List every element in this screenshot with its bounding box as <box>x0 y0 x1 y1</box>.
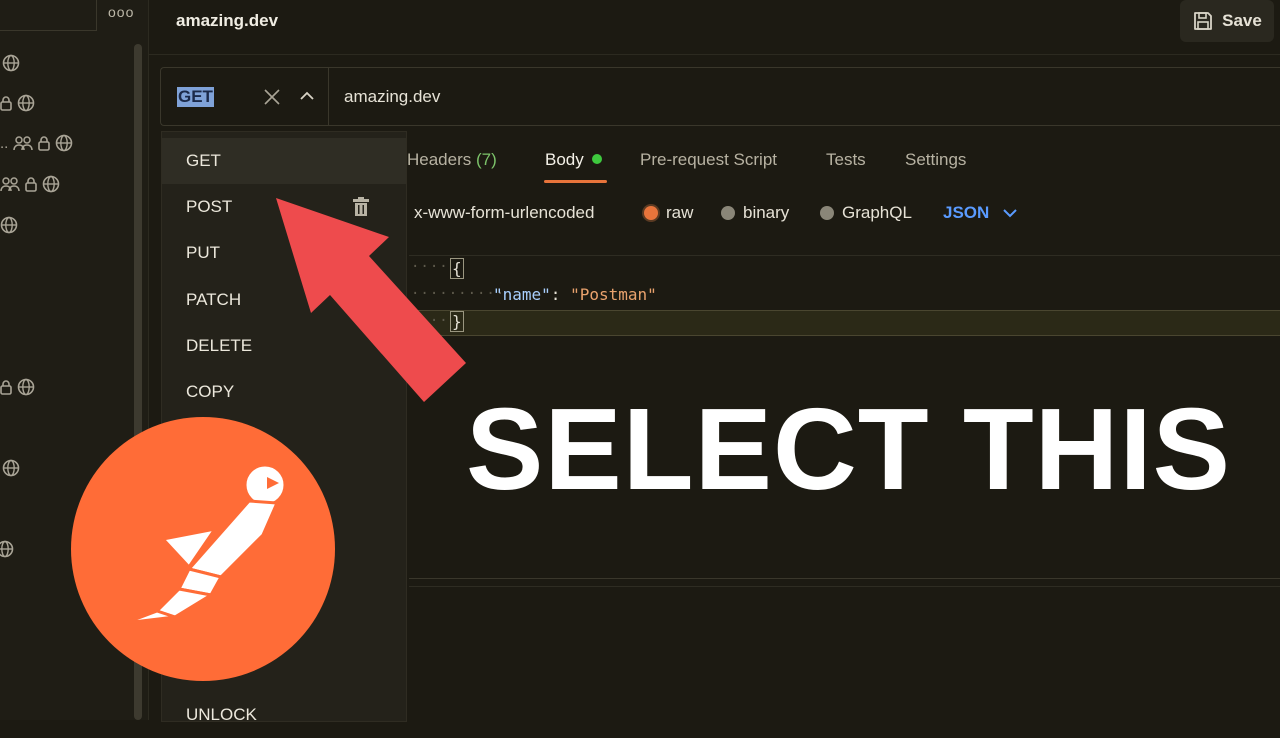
method-option-put[interactable]: PUT <box>162 230 406 276</box>
format-select[interactable]: JSON <box>943 203 1018 223</box>
method-select[interactable]: GET <box>161 68 329 125</box>
close-brace: } <box>450 311 464 332</box>
lock-icon <box>38 136 51 151</box>
current-line-highlight <box>409 310 1280 336</box>
postman-logo <box>71 417 335 681</box>
clear-icon[interactable] <box>263 88 281 106</box>
tab-headers-label: Headers <box>407 150 472 169</box>
globe-icon <box>56 134 73 152</box>
headers-count: (7) <box>476 150 497 169</box>
radio-binary[interactable] <box>721 206 735 220</box>
globe-icon <box>42 175 60 193</box>
more-options-icon[interactable]: ooo <box>108 4 134 20</box>
request-header: amazing.dev Save <box>149 0 1280 55</box>
radio-raw[interactable] <box>644 206 658 220</box>
method-option-delete[interactable]: DELETE <box>162 323 406 369</box>
globe-icon <box>0 216 18 234</box>
tab-body[interactable]: Body <box>545 150 602 170</box>
url-bar: GET amazing.dev <box>160 67 1280 126</box>
sidebar-item[interactable] <box>0 540 14 558</box>
tab-settings[interactable]: Settings <box>905 150 966 170</box>
indent-guide: ···· <box>411 259 449 275</box>
body-type-urlencoded[interactable]: x-www-form-urlencoded <box>414 203 594 223</box>
globe-icon <box>17 378 35 396</box>
method-value[interactable]: GET <box>177 87 214 107</box>
team-icon <box>13 136 34 151</box>
request-title[interactable]: amazing.dev <box>176 11 278 31</box>
sidebar-search-box[interactable] <box>0 0 97 31</box>
overlay-caption: SELECT THIS <box>466 384 1232 514</box>
body-type-raw[interactable]: raw <box>644 203 693 223</box>
save-button[interactable]: Save <box>1180 0 1274 42</box>
team-icon <box>0 177 20 192</box>
lock-icon <box>0 96 12 111</box>
globe-icon <box>2 54 20 72</box>
code-line-3: } <box>450 311 464 332</box>
body-type-raw-label: raw <box>666 203 694 222</box>
globe-icon <box>17 94 35 112</box>
sidebar-item[interactable] <box>2 54 20 72</box>
sidebar-item[interactable] <box>0 216 18 234</box>
method-option-post-label: POST <box>186 197 233 216</box>
format-label: JSON <box>943 203 990 222</box>
chevron-down-icon <box>1003 209 1018 218</box>
globe-icon <box>2 459 20 477</box>
body-type-binary-label: binary <box>743 203 790 222</box>
json-colon: : <box>550 285 561 304</box>
body-type-binary[interactable]: binary <box>721 203 789 223</box>
body-type-urlencoded-label: x-www-form-urlencoded <box>414 203 595 222</box>
sidebar-item[interactable] <box>0 378 35 396</box>
sidebar-item[interactable]: .. <box>0 134 73 152</box>
url-input[interactable]: amazing.dev <box>344 87 440 107</box>
method-option-get[interactable]: GET <box>162 138 406 184</box>
tab-tests[interactable]: Tests <box>826 150 866 170</box>
sidebar-item[interactable] <box>0 94 35 112</box>
tab-pre-request-script[interactable]: Pre-request Script <box>640 150 777 170</box>
lock-icon <box>0 380 12 395</box>
truncated-label: .. <box>0 134 9 152</box>
json-value: "Postman" <box>570 285 657 304</box>
method-option-patch[interactable]: PATCH <box>162 277 406 323</box>
tab-body-label: Body <box>545 150 584 169</box>
body-type-graphql[interactable]: GraphQL <box>820 203 912 223</box>
json-key: "name" <box>493 285 551 304</box>
tab-headers[interactable]: Headers (7) <box>407 150 497 170</box>
globe-icon <box>0 540 14 558</box>
indent-guide: ·········· <box>411 286 506 302</box>
save-icon <box>1194 12 1213 30</box>
active-tab-indicator <box>544 180 607 183</box>
method-option-copy[interactable]: COPY <box>162 369 406 415</box>
open-brace: { <box>450 258 464 279</box>
method-option-unlock[interactable]: UNLOCK <box>162 692 406 738</box>
sidebar-item[interactable] <box>0 175 60 193</box>
chevron-up-icon[interactable] <box>299 90 315 102</box>
body-type-graphql-label: GraphQL <box>842 203 912 222</box>
response-divider <box>409 586 1280 587</box>
indent-guide: ···· <box>411 313 449 329</box>
method-option-post[interactable]: POST <box>162 184 406 230</box>
save-label: Save <box>1222 11 1262 30</box>
trash-icon[interactable] <box>352 197 370 217</box>
body-status-dot <box>591 154 602 164</box>
radio-graphql[interactable] <box>820 206 834 220</box>
code-line-2: "name": "Postman" <box>493 285 657 304</box>
lock-icon <box>25 177 37 192</box>
sidebar-item[interactable] <box>2 459 20 477</box>
code-line-1: { <box>450 258 464 279</box>
